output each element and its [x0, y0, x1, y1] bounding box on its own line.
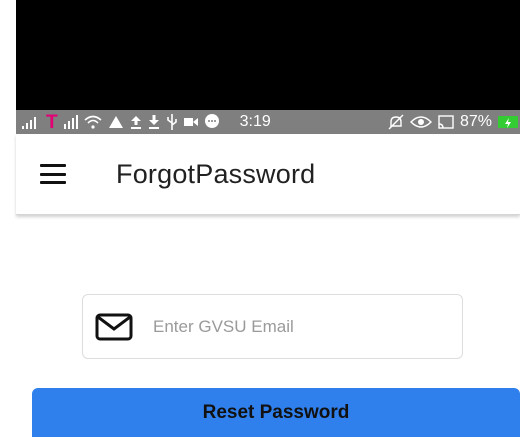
battery-percent: 87% [459, 113, 492, 130]
app-screen: T 3:19 87% ForgotPassword Enter GVSU Ema… [0, 0, 520, 437]
wifi-icon [84, 115, 102, 129]
signal-icon [63, 115, 78, 129]
signal-icon [22, 115, 40, 129]
status-clock: 3:19 [239, 113, 271, 130]
reset-password-button[interactable]: Reset Password [32, 388, 520, 437]
status-bar: T 3:19 87% [16, 110, 520, 134]
mail-icon [95, 313, 133, 341]
page-title: ForgotPassword [116, 158, 316, 189]
email-input[interactable] [151, 315, 435, 338]
menu-line [40, 181, 66, 184]
menu-line [40, 164, 66, 167]
battery-icon [498, 116, 518, 128]
menu-line [40, 172, 66, 176]
app-bar: ForgotPassword [16, 134, 520, 215]
mute-icon [388, 114, 404, 130]
upload-icon [130, 115, 142, 129]
email-field[interactable] [82, 294, 463, 359]
chat-icon [204, 114, 220, 130]
warning-icon [108, 115, 124, 129]
eye-icon [409, 115, 432, 129]
video-icon [183, 116, 198, 128]
status-left-icons: T 3:19 [22, 113, 271, 132]
download-icon [148, 115, 160, 129]
cast-icon [438, 115, 454, 129]
hamburger-menu-icon[interactable] [40, 164, 66, 184]
status-right-icons: 87% [388, 113, 518, 131]
usb-icon [166, 114, 178, 130]
tmobile-icon: T [46, 111, 58, 133]
top-black-area [16, 0, 520, 110]
